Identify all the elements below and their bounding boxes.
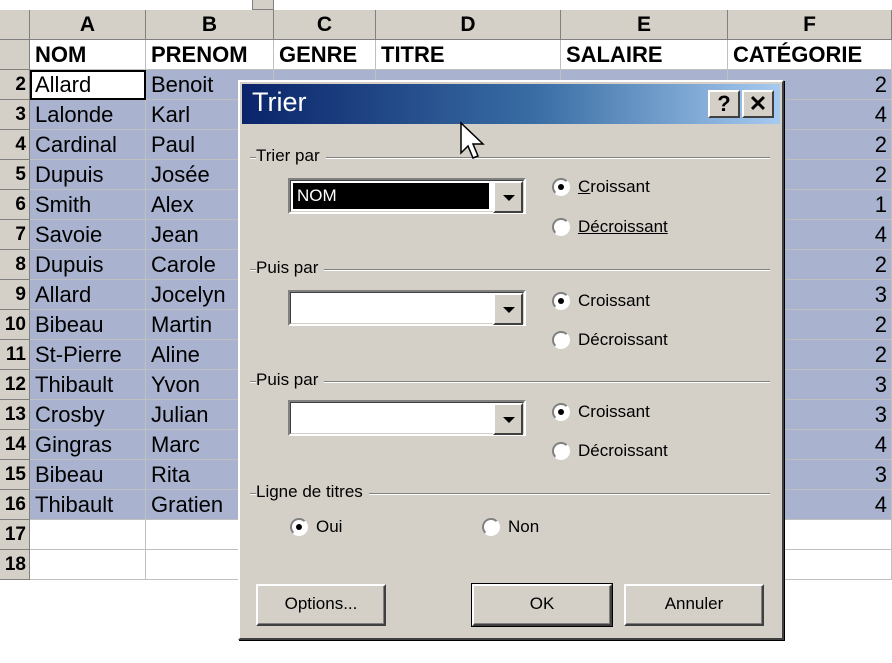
row-header[interactable]: 17 <box>0 520 30 550</box>
row-header[interactable]: 16 <box>0 490 30 520</box>
close-button[interactable]: ✕ <box>742 90 774 118</box>
row-header[interactable]: 2 <box>0 70 30 100</box>
row-header[interactable]: 10 <box>0 310 30 340</box>
ascending-text: roissant <box>590 177 650 196</box>
cell-nom[interactable]: Thibault <box>30 370 146 400</box>
row-header[interactable]: 8 <box>0 250 30 280</box>
empty-cell[interactable] <box>30 520 146 550</box>
header-cell[interactable]: TITRE <box>376 40 561 70</box>
cell-nom[interactable]: Savoie <box>30 220 146 250</box>
then-by-1-value <box>293 295 301 321</box>
radio-icon <box>552 218 570 236</box>
sort-by-descending-label: Décroissant <box>578 217 668 236</box>
then-by-1-descending-label: Décroissant <box>578 330 668 349</box>
header-row-yes-label: Oui <box>316 517 343 536</box>
radio-selected-icon <box>552 178 570 196</box>
sort-dialog: Trier ? ✕ Trier par NOM Croissant Décroi… <box>238 80 784 640</box>
empty-cell[interactable] <box>30 550 146 580</box>
then-by-2-ascending-label: Croissant <box>578 402 650 421</box>
cell-nom[interactable]: Crosby <box>30 400 146 430</box>
sort-by-value: NOM <box>293 183 489 209</box>
cell-nom[interactable]: Bibeau <box>30 310 146 340</box>
cell-nom[interactable]: St-Pierre <box>30 340 146 370</box>
radio-selected-icon <box>290 518 308 536</box>
row-header[interactable]: 14 <box>0 430 30 460</box>
row-header[interactable]: 4 <box>0 130 30 160</box>
group-divider <box>250 157 770 159</box>
radio-selected-icon <box>552 403 570 421</box>
radio-selected-icon <box>552 292 570 310</box>
row-header[interactable]: 11 <box>0 340 30 370</box>
chevron-down-icon[interactable] <box>493 403 523 435</box>
then-by-2-label: Puis par <box>256 370 325 390</box>
column-header-f[interactable]: F <box>728 10 892 40</box>
cell-nom[interactable]: Allard <box>30 70 146 100</box>
cell-nom[interactable]: Dupuis <box>30 160 146 190</box>
cell-nom[interactable]: Thibault <box>30 490 146 520</box>
mouse-pointer-icon <box>460 121 485 159</box>
radio-icon <box>482 518 500 536</box>
row-header[interactable] <box>0 40 30 70</box>
row-header[interactable]: 15 <box>0 460 30 490</box>
sort-by-ascending-label: Croissant <box>578 177 650 196</box>
header-cell[interactable]: PRENOM <box>146 40 274 70</box>
cell-nom[interactable]: Allard <box>30 280 146 310</box>
row-header[interactable]: 12 <box>0 370 30 400</box>
radio-icon <box>552 442 570 460</box>
then-by-2-combo[interactable] <box>288 400 526 436</box>
chevron-down-icon[interactable] <box>493 293 523 325</box>
sort-by-label: Trier par <box>256 146 326 166</box>
header-cell[interactable]: SALAIRE <box>561 40 728 70</box>
name-box-edge <box>252 0 274 10</box>
ok-button[interactable]: OK <box>471 583 613 627</box>
cell-nom[interactable]: Cardinal <box>30 130 146 160</box>
group-divider <box>250 381 770 383</box>
row-header[interactable]: 6 <box>0 190 30 220</box>
select-all-corner[interactable] <box>0 10 30 40</box>
column-header-c[interactable]: C <box>274 10 376 40</box>
help-button[interactable]: ? <box>708 90 740 118</box>
row-header[interactable]: 7 <box>0 220 30 250</box>
then-by-2-value <box>293 405 301 431</box>
header-cell[interactable]: GENRE <box>274 40 376 70</box>
row-header[interactable]: 9 <box>0 280 30 310</box>
dialog-titlebar[interactable]: Trier ? ✕ <box>242 84 780 124</box>
then-by-1-ascending-label: Croissant <box>578 291 650 310</box>
header-cell[interactable]: CATÉGORIE <box>728 40 892 70</box>
row-header[interactable]: 5 <box>0 160 30 190</box>
dialog-title: Trier <box>252 87 307 117</box>
row-header[interactable]: 13 <box>0 400 30 430</box>
group-divider <box>250 269 770 271</box>
toolbar-edge <box>0 0 892 10</box>
then-by-1-label: Puis par <box>256 258 325 278</box>
cell-nom[interactable]: Dupuis <box>30 250 146 280</box>
column-header-d[interactable]: D <box>376 10 561 40</box>
cell-nom[interactable]: Lalonde <box>30 100 146 130</box>
chevron-down-icon[interactable] <box>493 181 523 213</box>
radio-icon <box>552 331 570 349</box>
cell-nom[interactable]: Bibeau <box>30 460 146 490</box>
options-button[interactable]: Options... <box>256 584 386 626</box>
header-row-no-label: Non <box>508 517 540 536</box>
cancel-button[interactable]: Annuler <box>624 584 764 626</box>
column-header-e[interactable]: E <box>561 10 728 40</box>
header-row-label: Ligne de titres <box>256 482 369 502</box>
then-by-2-descending-label: Décroissant <box>578 441 668 460</box>
column-header-b[interactable]: B <box>146 10 274 40</box>
column-header-a[interactable]: A <box>30 10 146 40</box>
header-cell[interactable]: NOM <box>30 40 146 70</box>
sort-by-combo[interactable]: NOM <box>288 178 526 214</box>
then-by-1-combo[interactable] <box>288 290 526 326</box>
cell-nom[interactable]: Smith <box>30 190 146 220</box>
cell-nom[interactable]: Gingras <box>30 430 146 460</box>
row-header[interactable]: 18 <box>0 550 30 580</box>
row-header[interactable]: 3 <box>0 100 30 130</box>
